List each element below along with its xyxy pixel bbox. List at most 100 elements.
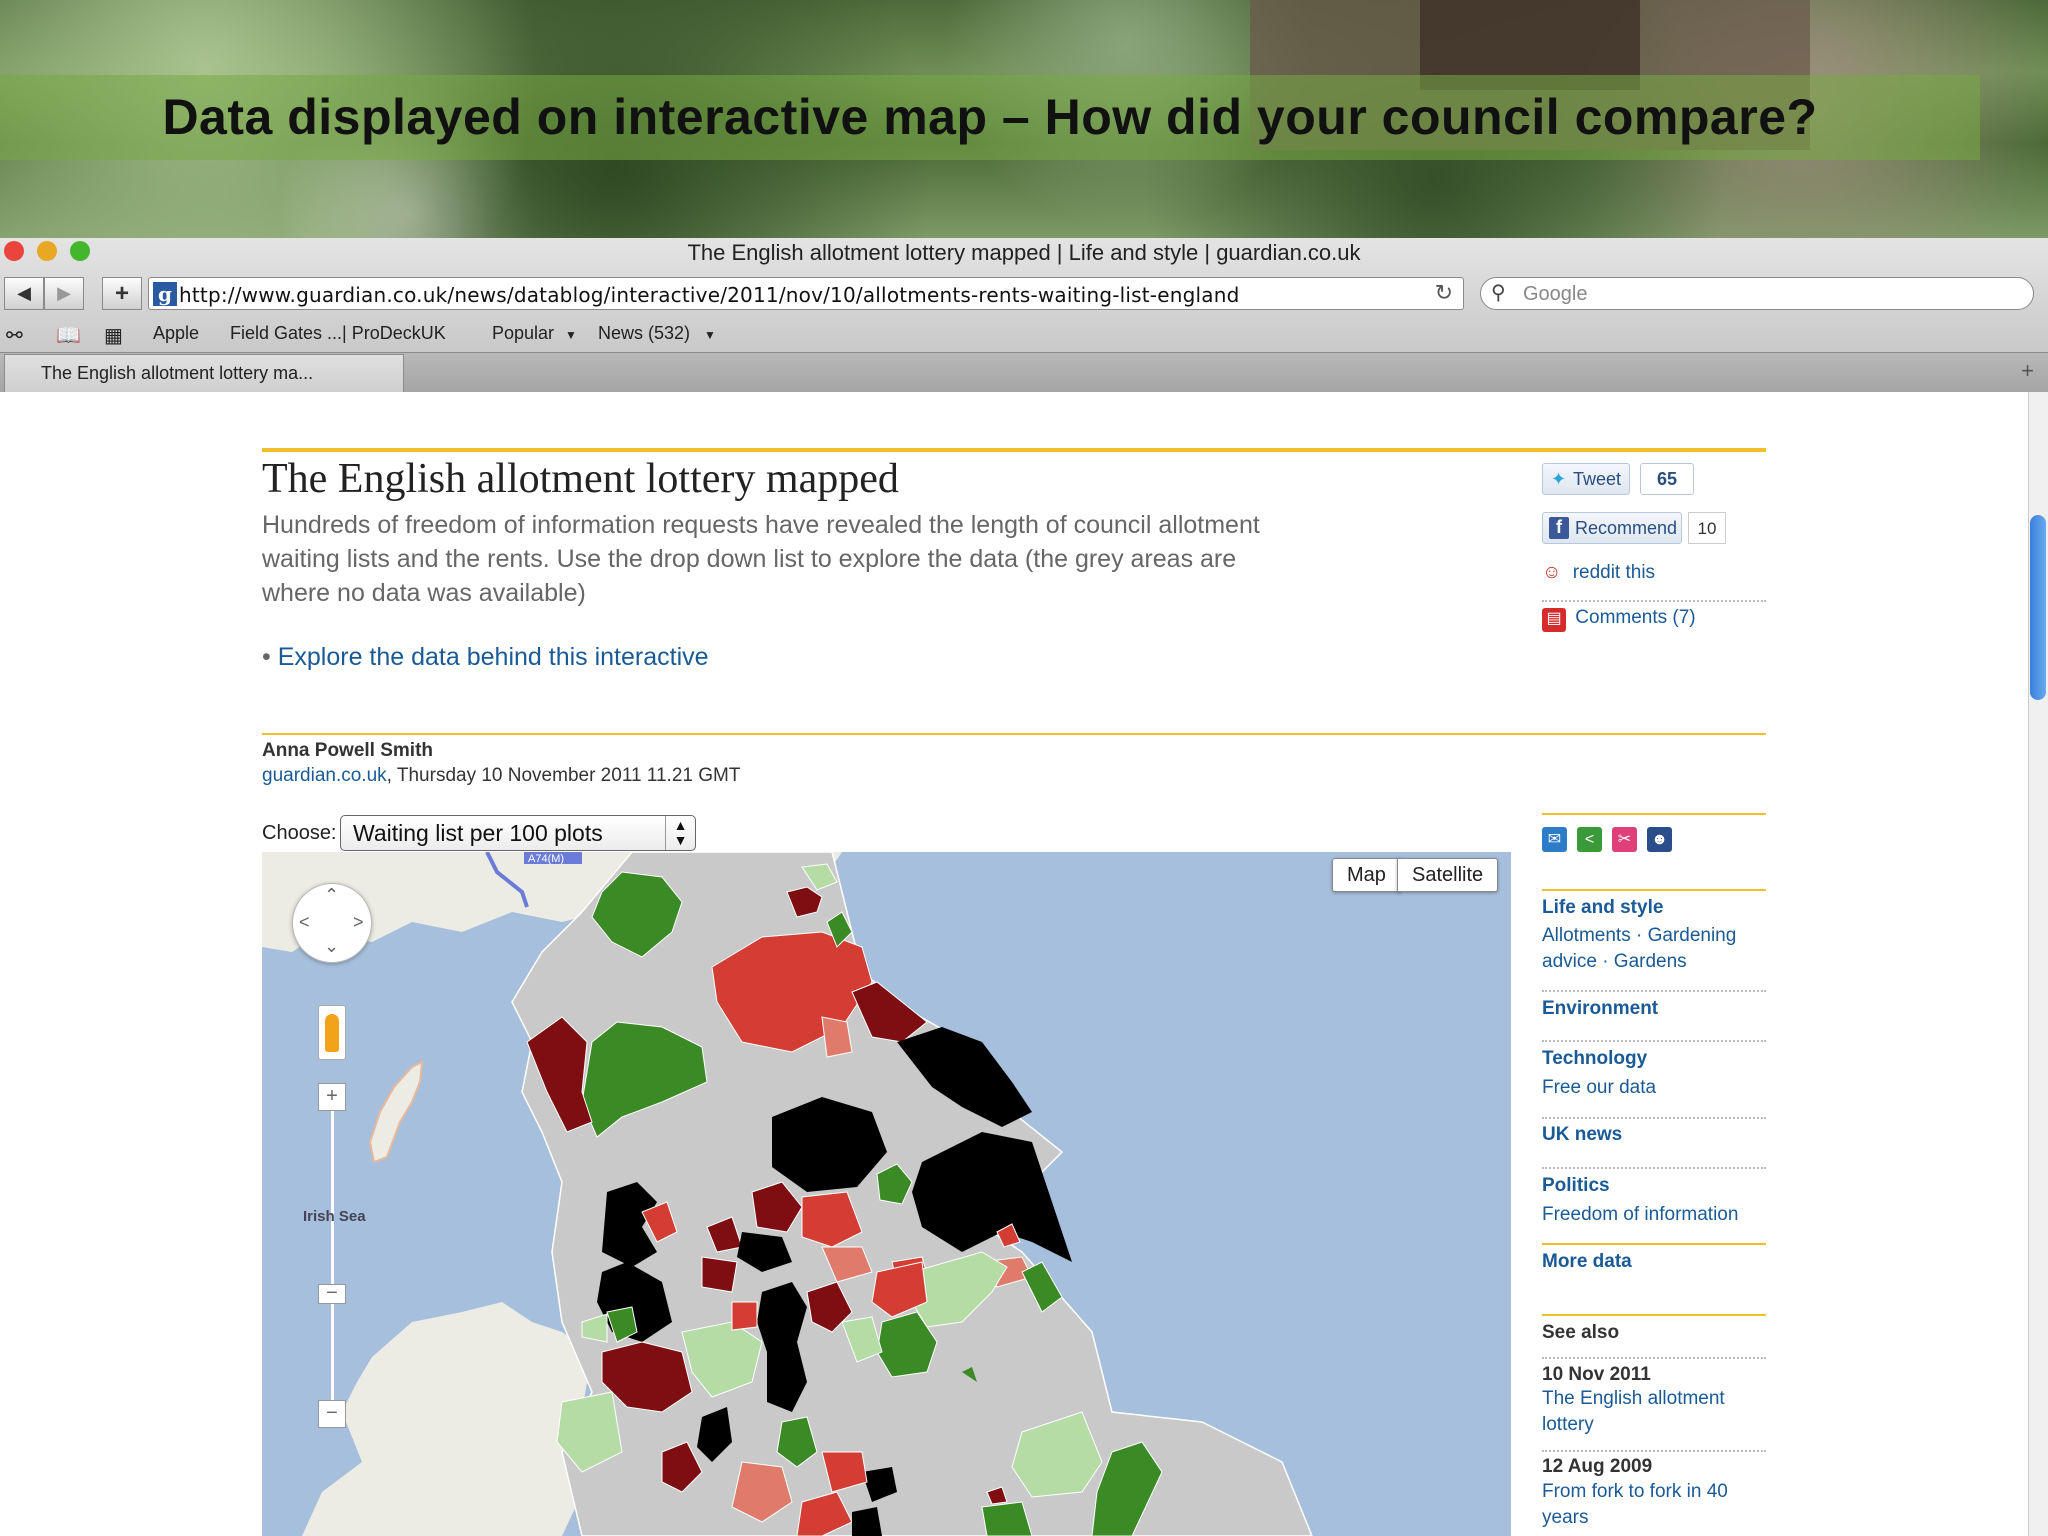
reddit-label: reddit this	[1572, 562, 1656, 583]
reload-icon[interactable]: ↻	[1435, 280, 1453, 306]
pan-left-icon[interactable]: <	[299, 912, 310, 933]
section-uk-news[interactable]: UK news	[1542, 1124, 1622, 1146]
section-life-and-style[interactable]: Life and style	[1542, 897, 1663, 919]
bookmark-news[interactable]: News (532)	[598, 323, 690, 344]
slide-banner: Data displayed on interactive map – How …	[0, 0, 2048, 238]
pan-down-icon[interactable]: ⌄	[324, 936, 339, 957]
top-sites-grid-icon[interactable]: ▦	[104, 323, 123, 348]
zoom-in-button[interactable]: +	[318, 1083, 346, 1111]
site-favicon-icon: g	[153, 282, 177, 306]
divider	[1542, 1040, 1766, 1042]
add-bookmark-button[interactable]: +	[102, 277, 142, 310]
tweet-button[interactable]: ✦ Tweet	[1542, 463, 1630, 495]
life-and-style-links[interactable]: Allotments · Gardening advice · Gardens	[1542, 923, 1766, 975]
politics-links[interactable]: Freedom of information	[1542, 1202, 1738, 1228]
comments-link[interactable]: ▤ Comments (7)	[1542, 607, 1696, 632]
twitter-bird-icon: ✦	[1551, 469, 1567, 489]
scrollbar-thumb[interactable]	[2030, 515, 2046, 700]
section-more-data[interactable]: More data	[1542, 1251, 1632, 1273]
irish-sea-label: Irish Sea	[303, 1208, 366, 1225]
divider	[1542, 1167, 1766, 1169]
sidebar-rule	[1542, 1243, 1766, 1245]
street-view-pegman-icon[interactable]	[318, 1005, 346, 1060]
article-standfirst: Hundreds of freedom of information reque…	[262, 511, 1260, 607]
section-technology[interactable]: Technology	[1542, 1048, 1647, 1070]
see-also-link-2[interactable]: From fork to fork in 40 years	[1542, 1479, 1766, 1531]
divider	[1542, 1357, 1766, 1359]
zoom-out-button[interactable]: −	[318, 1400, 346, 1428]
choropleth-map[interactable]: A74(M)	[262, 852, 1511, 1536]
back-button[interactable]: ◀	[4, 277, 44, 310]
banner-heading: Data displayed on interactive map – How …	[162, 89, 1818, 145]
reddit-link[interactable]: ☺ reddit this	[1542, 562, 1655, 584]
search-placeholder[interactable]: Google	[1523, 283, 1588, 306]
technology-links[interactable]: Free our data	[1542, 1075, 1656, 1101]
zoom-slider-handle[interactable]: −	[318, 1283, 346, 1304]
zoom-slider-track[interactable]	[331, 1090, 334, 1415]
sidebar-rule	[1542, 1314, 1766, 1316]
article-title: The English allotment lottery mapped	[262, 456, 899, 502]
road-label: A74(M)	[528, 853, 564, 865]
tweet-label: Tweet	[1573, 469, 1622, 489]
divider	[1542, 1450, 1766, 1452]
region-black-midlands-3	[852, 1507, 882, 1536]
bookmark-popular[interactable]: Popular	[492, 323, 554, 344]
region-red-durham-2	[821, 1016, 853, 1058]
see-also-heading: See also	[1542, 1322, 1620, 1343]
window-title: The English allotment lottery mapped | L…	[687, 240, 1361, 265]
tweet-count: 65	[1640, 463, 1694, 495]
chevron-down-icon: ▼	[565, 328, 577, 342]
comments-icon: ▤	[1542, 608, 1566, 632]
bookmark-apple[interactable]: Apple	[153, 323, 199, 344]
region-red-stoke	[731, 1301, 758, 1331]
chevron-down-icon: ▼	[704, 328, 716, 342]
pan-up-icon[interactable]: ⌃	[324, 885, 339, 906]
divider	[1542, 1117, 1766, 1119]
url-text[interactable]: http://www.guardian.co.uk/news/datablog/…	[179, 283, 1239, 307]
search-field[interactable]: ⚲ Google	[1480, 277, 2034, 310]
bookmarks-book-icon[interactable]: 📖	[56, 323, 81, 348]
address-bar[interactable]: g http://www.guardian.co.uk/news/datablo…	[148, 277, 1464, 310]
author-name: Anna Powell Smith	[262, 740, 434, 761]
byline-rule	[262, 733, 1766, 735]
facebook-icon: f	[1549, 517, 1569, 539]
sidebar-rule	[1542, 813, 1766, 815]
bullet: •	[262, 643, 271, 671]
explore-link-row: • Explore the data behind this interacti…	[262, 643, 709, 672]
sidebar-rule	[1542, 889, 1766, 891]
divider	[1542, 600, 1766, 602]
search-icon: ⚲	[1491, 282, 1506, 304]
pan-right-icon[interactable]: >	[353, 912, 364, 933]
reading-list-icon[interactable]: ⚯	[6, 323, 23, 348]
new-tab-icon[interactable]: +	[2021, 358, 2034, 384]
email-icon[interactable]: ✉	[1542, 827, 1567, 852]
recommend-label: Recommend	[1575, 518, 1678, 538]
comments-label: Comments (7)	[1575, 607, 1696, 628]
map-type-map-button[interactable]: Map	[1332, 858, 1401, 892]
recommend-button[interactable]: f Recommend	[1542, 512, 1682, 544]
explore-data-link[interactable]: Explore the data behind this interactive	[278, 643, 709, 671]
recommend-count: 10	[1688, 512, 1726, 544]
bookmark-field-gates[interactable]: Field Gates ...| ProDeckUK	[230, 323, 446, 344]
clip-icon[interactable]: ✂	[1612, 827, 1637, 852]
see-also-date-1: 10 Nov 2011	[1542, 1364, 1651, 1385]
dataset-select[interactable]: Waiting list per 100 plots ▲ ▼	[340, 815, 696, 851]
map-type-satellite-button[interactable]: Satellite	[1397, 858, 1499, 892]
see-also-date-2: 12 Aug 2009	[1542, 1456, 1653, 1477]
tab-active[interactable]: The English allotment lottery ma...	[4, 354, 404, 392]
section-politics[interactable]: Politics	[1542, 1175, 1610, 1197]
select-arrows-icon: ▲ ▼	[665, 816, 695, 850]
header-rule	[262, 448, 1766, 452]
section-environment[interactable]: Environment	[1542, 998, 1658, 1020]
see-also-link-1[interactable]: The English allotment lottery	[1542, 1386, 1766, 1438]
share-icon[interactable]: <	[1577, 827, 1602, 852]
pan-control[interactable]: ⌃ < > ⌄	[292, 883, 372, 963]
dateline: guardian.co.uk, Thursday 10 November 201…	[262, 765, 740, 787]
forward-button[interactable]: ▶	[44, 277, 84, 310]
region-darkred-wy-5	[701, 1256, 738, 1293]
reddit-alien-icon: ☺	[1542, 562, 1562, 583]
source-link[interactable]: guardian.co.uk	[262, 765, 387, 786]
profile-icon[interactable]: ☻	[1647, 827, 1672, 852]
publish-date: , Thursday 10 November 2011 11.21 GMT	[386, 765, 741, 786]
land-isle-of-man	[368, 1060, 424, 1164]
